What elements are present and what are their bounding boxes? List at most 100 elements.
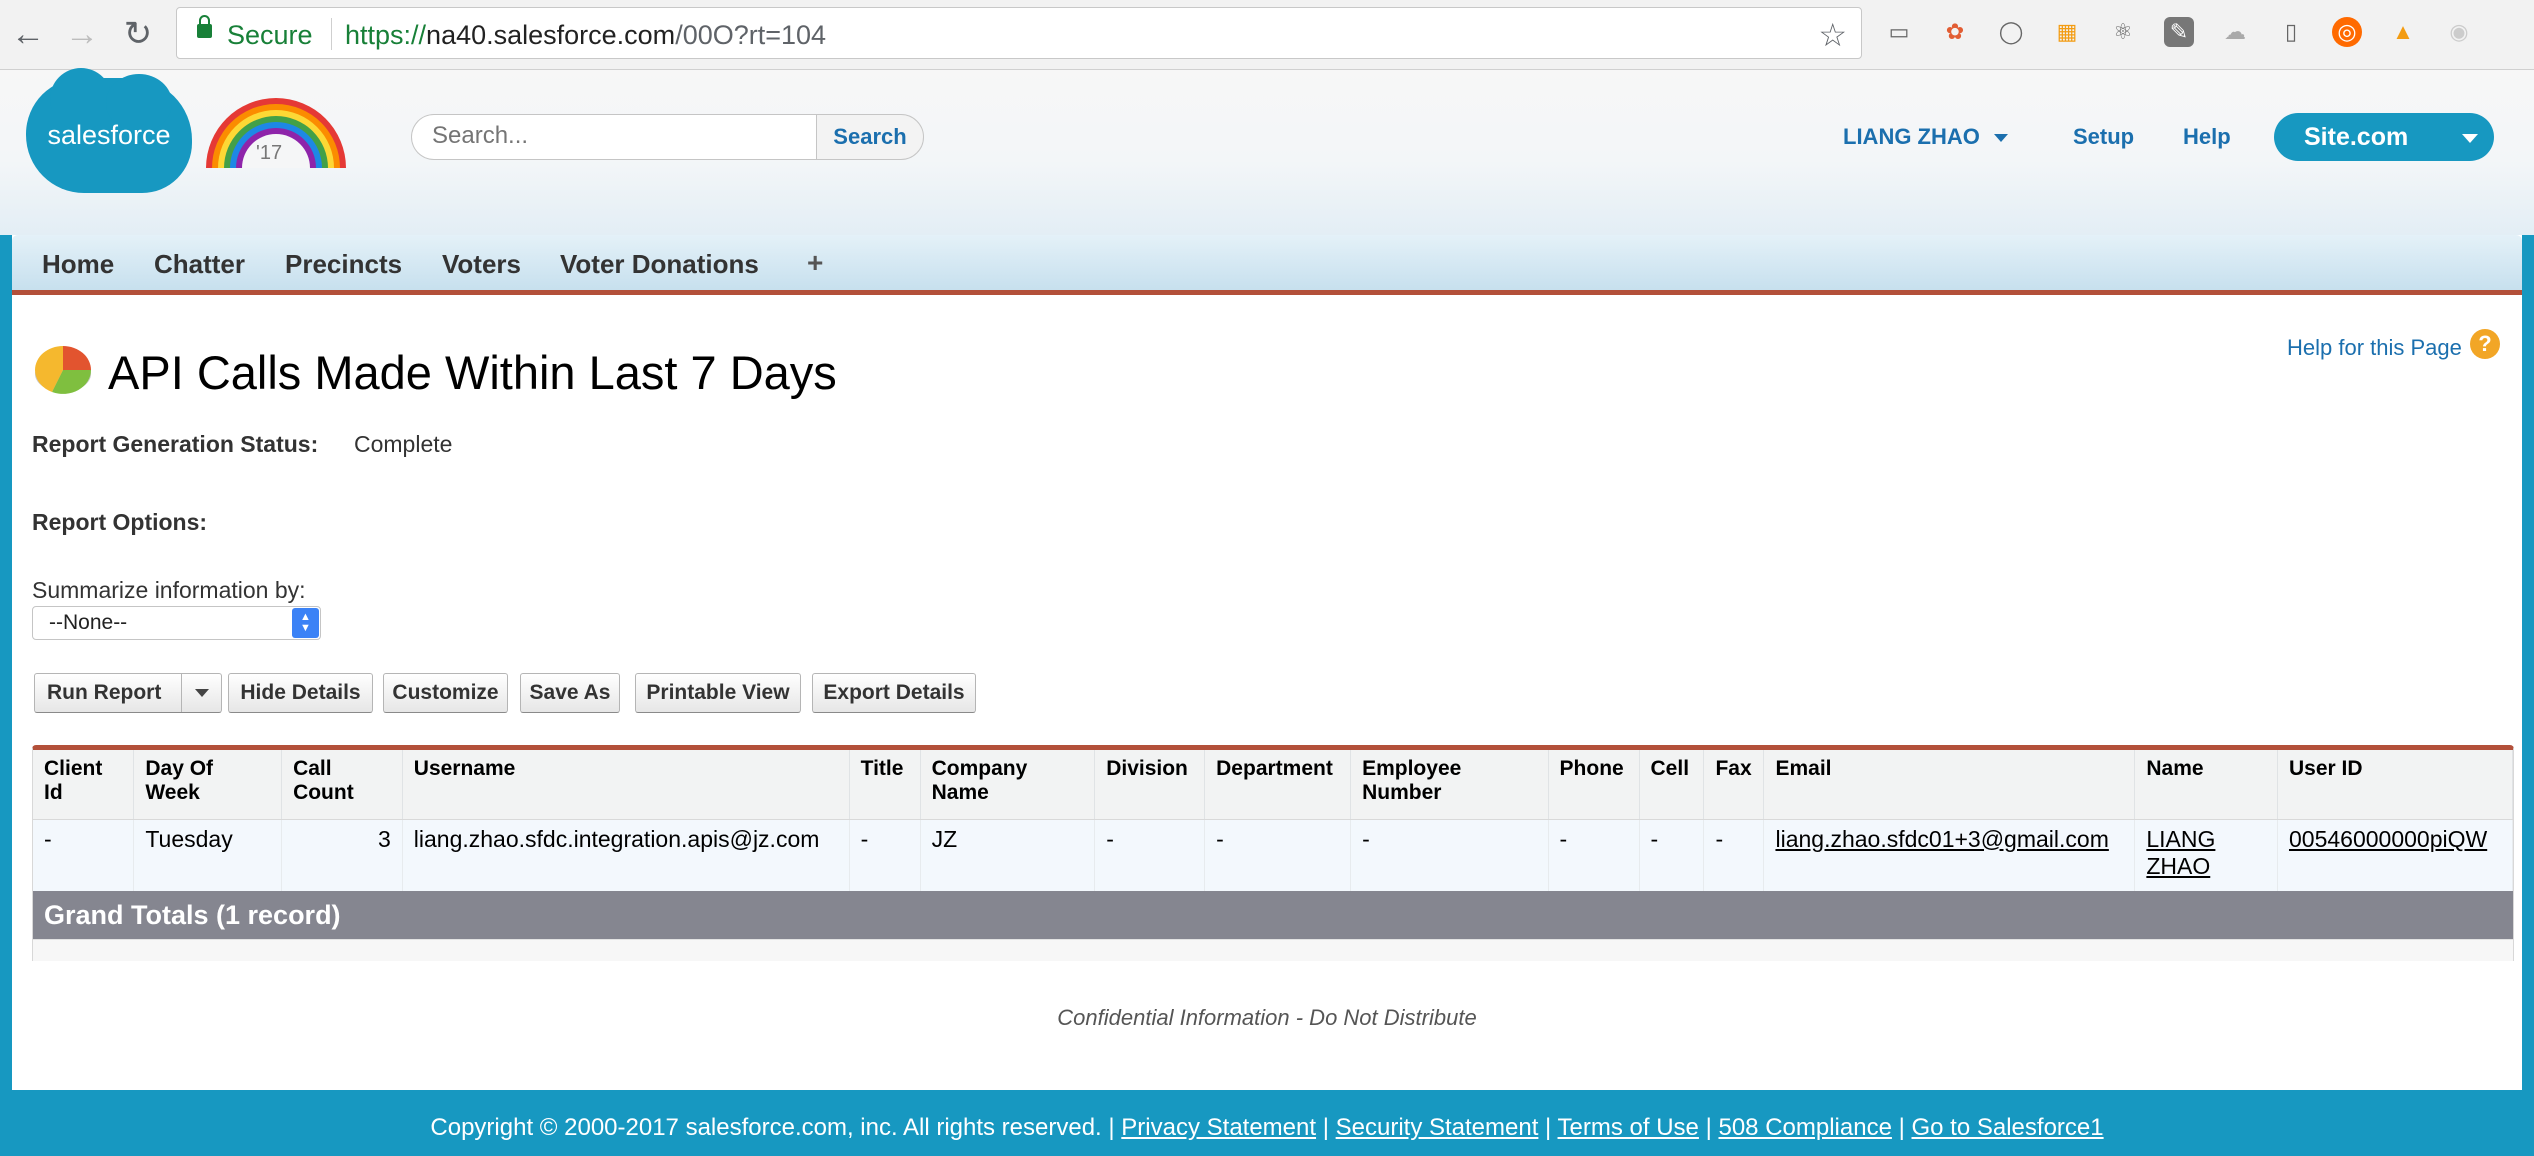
go-to-salesforce1-link[interactable]: Go to Salesforce1 xyxy=(1912,1114,2104,1141)
column-header[interactable]: Call Count xyxy=(281,750,403,820)
extension-react-icon[interactable]: ⚛ xyxy=(2108,17,2138,47)
address-bar[interactable]: Secure https://na40.salesforce.com/00O?r… xyxy=(176,7,1862,59)
page-border-right xyxy=(2522,235,2534,1156)
extension-boxes-icon[interactable]: ▦ xyxy=(2052,17,2082,47)
compliance-508-link[interactable]: 508 Compliance xyxy=(1718,1114,1891,1141)
search-input[interactable] xyxy=(432,115,802,157)
extension-lifebuoy-icon[interactable]: ◎ xyxy=(2332,17,2362,47)
table-header-row: Client Id Day Of Week Call Count Usernam… xyxy=(33,750,2514,820)
url-text[interactable]: https://na40.salesforce.com/00O?rt=104 xyxy=(345,20,826,51)
salesforce-logo[interactable]: salesforce xyxy=(26,68,192,193)
report-options-label: Report Options: xyxy=(32,509,208,535)
table-cell: - xyxy=(1703,819,1765,891)
rainbow-year: '17 xyxy=(256,142,283,164)
name-cell: LIANG ZHAO xyxy=(2134,819,2278,891)
help-for-page-link[interactable]: Help for this Page xyxy=(2287,335,2462,361)
user-id-link[interactable]: 00546000000piQW xyxy=(2289,826,2487,852)
column-header[interactable]: Company Name xyxy=(920,750,1096,820)
logo-text: salesforce xyxy=(47,120,171,150)
table-cell: 3 xyxy=(281,819,403,891)
extension-note-icon[interactable]: ✎ xyxy=(2164,17,2194,47)
tab-voters[interactable]: Voters xyxy=(442,249,521,280)
bookmark-star-icon[interactable]: ☆ xyxy=(1818,16,1847,54)
column-header[interactable]: Phone xyxy=(1548,750,1640,820)
lock-icon xyxy=(197,15,212,38)
tab-chatter[interactable]: Chatter xyxy=(154,249,245,280)
column-header[interactable]: Username xyxy=(402,750,850,820)
page-title: API Calls Made Within Last 7 Days xyxy=(108,346,837,399)
rainbow-badge-icon: '17 xyxy=(206,98,346,168)
help-link[interactable]: Help xyxy=(2183,124,2231,150)
column-header[interactable]: Fax xyxy=(1703,750,1765,820)
terms-of-use-link[interactable]: Terms of Use xyxy=(1558,1114,1699,1141)
tab-home[interactable]: Home xyxy=(42,249,114,280)
user-menu[interactable]: LIANG ZHAO xyxy=(1843,124,2008,150)
extension-pinwheel-icon[interactable]: ✿ xyxy=(1940,17,1970,47)
column-header[interactable]: Name xyxy=(2134,750,2278,820)
run-report-dropdown-icon[interactable] xyxy=(181,674,221,712)
grand-totals-row: Grand Totals (1 record) xyxy=(33,891,2513,939)
summarize-select[interactable]: --None-- ▲ ▼ xyxy=(32,606,321,640)
user-id-cell: 00546000000piQW xyxy=(2277,819,2514,891)
table-row: - Tuesday 3 liang.zhao.sfdc.integration.… xyxy=(33,819,2514,891)
table-cell: - xyxy=(33,819,135,891)
tab-voter-donations[interactable]: Voter Donations xyxy=(560,249,759,280)
column-header[interactable]: Cell xyxy=(1639,750,1705,820)
column-header[interactable]: Employee Number xyxy=(1350,750,1549,820)
column-header[interactable]: User ID xyxy=(2277,750,2514,820)
table-cell: - xyxy=(1548,819,1640,891)
run-report-button[interactable]: Run Report xyxy=(34,673,222,713)
table-cell: JZ xyxy=(920,819,1096,891)
extension-device-icon[interactable]: ▯ xyxy=(2276,17,2306,47)
url-host: na40.salesforce.com xyxy=(426,20,676,50)
chevron-down-icon xyxy=(1993,134,2008,143)
search-button[interactable]: Search xyxy=(816,114,924,160)
report-pie-chart-icon xyxy=(35,346,91,394)
column-header[interactable]: Title xyxy=(849,750,921,820)
column-header[interactable]: Department xyxy=(1204,750,1352,820)
tab-precincts[interactable]: Precincts xyxy=(285,249,402,280)
app-header: salesforce '17 Search LIANG ZHAO Setup H… xyxy=(0,68,2534,235)
forward-arrow-icon[interactable]: → xyxy=(62,14,102,54)
column-header[interactable]: Client Id xyxy=(33,750,135,820)
extension-circle-icon[interactable]: ◉ xyxy=(2444,17,2474,47)
url-scheme: https:// xyxy=(345,20,427,50)
hide-details-button[interactable]: Hide Details xyxy=(228,673,373,713)
caret-down-icon xyxy=(2462,134,2478,143)
user-name-link[interactable]: LIANG ZHAO xyxy=(2146,826,2215,879)
privacy-statement-link[interactable]: Privacy Statement xyxy=(1121,1114,1316,1141)
table-cell: Tuesday xyxy=(133,819,283,891)
app-switcher-label: Site.com xyxy=(2304,123,2409,151)
url-path: /00O?rt=104 xyxy=(675,20,827,50)
customize-button[interactable]: Customize xyxy=(383,673,508,713)
cast-icon[interactable]: ▭ xyxy=(1884,17,1914,47)
confidential-notice: Confidential Information - Do Not Distri… xyxy=(1057,1005,1477,1030)
security-statement-link[interactable]: Security Statement xyxy=(1336,1114,1539,1141)
add-tab-plus-icon[interactable]: + xyxy=(807,247,823,279)
app-switcher-button[interactable]: Site.com xyxy=(2274,113,2494,161)
table-cell: - xyxy=(849,819,921,891)
status-label: Report Generation Status: xyxy=(32,431,319,457)
status-value: Complete xyxy=(354,431,453,457)
save-as-button[interactable]: Save As xyxy=(520,673,620,713)
printable-view-button[interactable]: Printable View xyxy=(635,673,801,713)
global-search xyxy=(411,114,816,160)
extension-cloud-icon[interactable]: ☁ xyxy=(2220,17,2250,47)
setup-link[interactable]: Setup xyxy=(2073,124,2134,150)
column-header[interactable]: Email xyxy=(1763,750,2136,820)
page-border-left xyxy=(0,235,12,1156)
run-report-label: Run Report xyxy=(47,681,162,704)
email-cell: liang.zhao.sfdc01+3@gmail.com xyxy=(1763,819,2136,891)
browser-toolbar: ← → ↻ Secure https://na40.salesforce.com… xyxy=(0,0,2534,70)
column-header[interactable]: Day Of Week xyxy=(133,750,283,820)
column-header[interactable]: Division xyxy=(1094,750,1206,820)
question-mark-icon[interactable]: ? xyxy=(2470,329,2500,359)
user-name: LIANG ZHAO xyxy=(1843,124,1980,149)
back-arrow-icon[interactable]: ← xyxy=(8,14,48,54)
reload-icon[interactable]: ↻ xyxy=(118,14,158,54)
extension-off-icon[interactable]: ▲ xyxy=(2388,17,2418,47)
extension-brackets-icon[interactable]: ◯ xyxy=(1996,17,2026,47)
table-cell: liang.zhao.sfdc.integration.apis@jz.com xyxy=(402,819,850,891)
export-details-button[interactable]: Export Details xyxy=(812,673,976,713)
email-link[interactable]: liang.zhao.sfdc01+3@gmail.com xyxy=(1775,826,2108,852)
